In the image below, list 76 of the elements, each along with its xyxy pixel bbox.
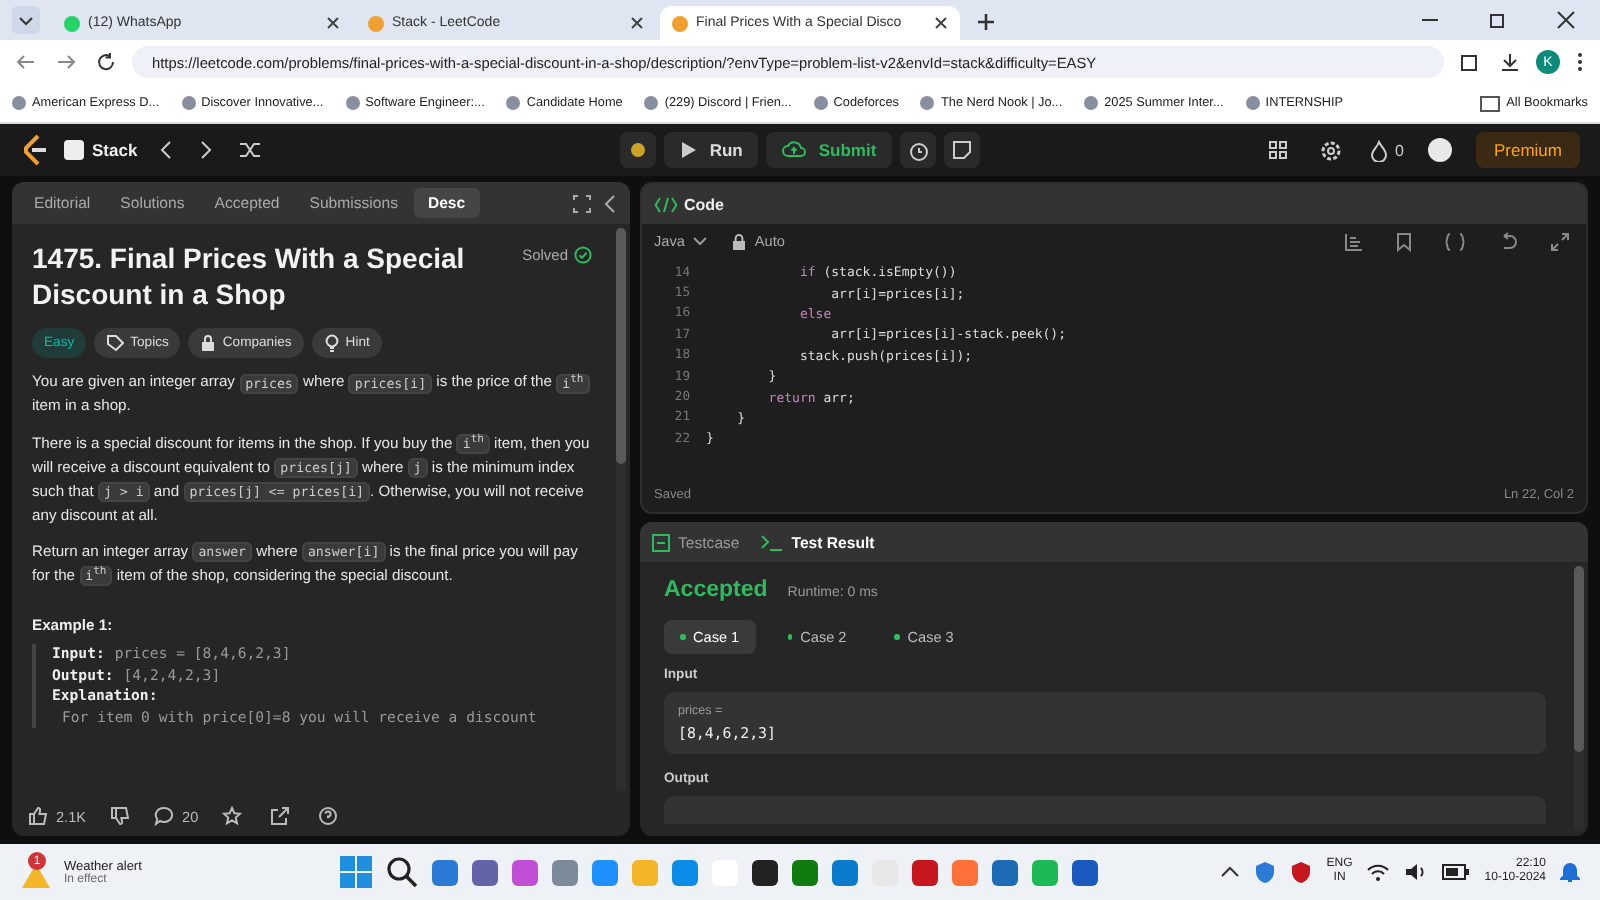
volume-icon[interactable] — [1404, 862, 1429, 882]
dislike-icon[interactable] — [106, 802, 135, 830]
lightbulb-icon — [323, 334, 340, 353]
close-icon[interactable] — [1556, 10, 1576, 30]
site-icon — [506, 96, 521, 110]
panel-title: Code — [684, 195, 724, 213]
site-icon — [64, 15, 80, 31]
logo-icon[interactable] — [20, 134, 48, 166]
site-icon — [368, 15, 384, 31]
site-icon — [644, 96, 659, 110]
wifi-icon[interactable] — [1366, 862, 1391, 882]
alarm-icon[interactable] — [900, 132, 937, 168]
site-icon — [813, 96, 828, 110]
play-icon — [679, 140, 698, 160]
terminal-icon — [759, 533, 784, 551]
premium-button[interactable]: Premium — [1475, 132, 1580, 168]
folder-icon — [1480, 95, 1501, 111]
tab-list-icon[interactable] — [12, 6, 40, 34]
download-icon[interactable] — [1496, 52, 1524, 72]
close-icon[interactable] — [326, 16, 340, 30]
shield-icon[interactable] — [1254, 860, 1277, 884]
check-circle-icon — [574, 246, 592, 264]
problem-list-link[interactable]: Stack — [64, 140, 138, 160]
close-icon[interactable] — [934, 16, 948, 30]
scrollbar[interactable] — [1574, 566, 1584, 832]
problem-title: 1475. Final Prices With a Special Discount in a Shop — [32, 240, 467, 313]
debug-icon[interactable] — [619, 132, 656, 168]
close-icon[interactable] — [630, 16, 644, 30]
chevron-up-icon[interactable] — [1220, 864, 1241, 880]
scrollbar[interactable] — [616, 228, 626, 792]
app-icon[interactable] — [752, 859, 778, 885]
share-icon[interactable] — [266, 802, 295, 830]
tag-icon — [106, 334, 125, 353]
verdict-text: Accepted — [664, 578, 768, 602]
new-tab-icon[interactable] — [976, 12, 996, 32]
bookmark-icon[interactable] — [1392, 227, 1416, 255]
expand-icon[interactable] — [568, 189, 596, 217]
note-icon[interactable] — [944, 132, 981, 168]
caret-icon — [692, 235, 709, 247]
restore-icon[interactable] — [1488, 10, 1508, 30]
shield-icon[interactable] — [1290, 860, 1313, 884]
star-icon[interactable] — [218, 802, 247, 830]
status-dot — [680, 634, 685, 640]
code-icon — [654, 195, 678, 213]
help-icon[interactable] — [314, 802, 343, 830]
streak-counter[interactable]: 0 — [1369, 139, 1404, 161]
notification-bell-icon[interactable] — [1560, 861, 1580, 883]
battery-icon[interactable] — [1442, 864, 1471, 880]
site-icon — [1245, 96, 1260, 110]
braces-icon[interactable] — [1440, 227, 1470, 255]
status-dot — [787, 634, 793, 640]
speech-bubble-icon — [154, 806, 175, 826]
status-dot — [894, 634, 900, 640]
lock-icon — [732, 233, 747, 249]
site-icon — [1084, 96, 1099, 110]
reload-icon[interactable] — [92, 52, 120, 72]
site-icon — [920, 96, 935, 110]
site-icon — [672, 15, 688, 31]
layout-icon[interactable] — [1263, 136, 1292, 164]
start-icon[interactable] — [340, 856, 372, 888]
thumbs-up-icon — [28, 806, 48, 826]
run-button[interactable]: Run — [663, 132, 759, 168]
back-icon[interactable] — [12, 52, 40, 72]
more-icon[interactable] — [1572, 52, 1588, 72]
site-icon — [12, 96, 26, 110]
search-icon[interactable] — [386, 856, 418, 888]
submit-button[interactable]: Submit — [766, 132, 893, 168]
list-icon — [64, 140, 84, 160]
forward-icon[interactable] — [52, 52, 80, 72]
site-icon — [181, 96, 196, 110]
expand-icon[interactable] — [1546, 227, 1574, 255]
site-icon — [345, 96, 360, 110]
avatar[interactable] — [1427, 138, 1452, 162]
cloud-upload-icon — [782, 140, 807, 160]
checkbox-icon — [652, 533, 670, 551]
lock-icon — [200, 334, 217, 353]
